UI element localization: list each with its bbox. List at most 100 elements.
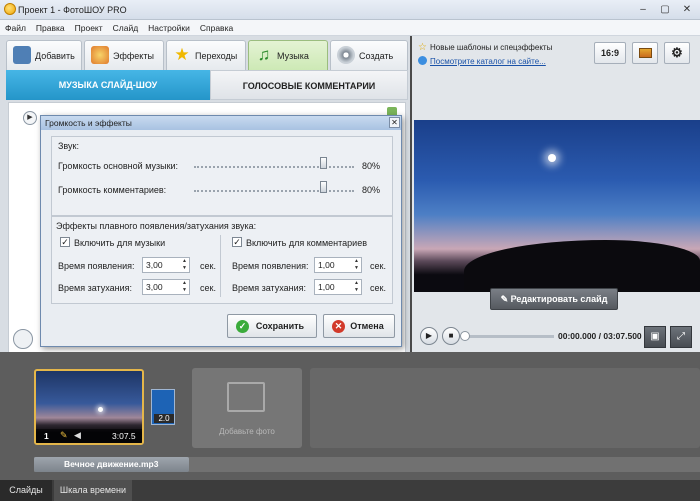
music-appear-input[interactable]: 3,00 ▲ ▼ bbox=[142, 257, 190, 273]
right-panel: ☆ Новые шаблоны и спецэффекты Посмотрите… bbox=[412, 36, 700, 352]
menu-project[interactable]: Проект bbox=[70, 20, 108, 33]
menu-edit[interactable]: Правка bbox=[31, 20, 70, 33]
slide-number: 1 bbox=[44, 431, 49, 441]
cancel-button[interactable]: ✕ Отмена bbox=[323, 314, 395, 338]
comment-fade-input[interactable]: 1,00 ▲ ▼ bbox=[314, 279, 362, 295]
edit-slide-button[interactable]: ✎ Редактировать слайд bbox=[490, 288, 618, 310]
seek-bar[interactable] bbox=[464, 335, 554, 338]
tab-music[interactable]: ♫ Музыка bbox=[248, 40, 328, 70]
comment-fade-unit: сек. bbox=[370, 283, 386, 293]
fade-group: Эффекты плавного появления/затухания зву… bbox=[51, 216, 393, 304]
palette-icon bbox=[91, 46, 109, 64]
expand-icon: ⤢ bbox=[677, 331, 685, 342]
comment-appear-unit: сек. bbox=[370, 261, 386, 271]
photo-placeholder-icon bbox=[227, 382, 265, 412]
slide-thumbnail[interactable]: 1 ✎ ◀ 3:07.5 bbox=[34, 369, 144, 445]
empty-slot bbox=[408, 368, 518, 448]
add-photo-icon bbox=[13, 46, 31, 64]
comment-fade-checkbox[interactable]: ✓ bbox=[232, 237, 242, 247]
sound-icon[interactable]: ◀ bbox=[74, 430, 81, 441]
tab-timeline[interactable]: Шкала времени bbox=[54, 480, 132, 501]
globe-icon bbox=[418, 56, 427, 65]
window-title: Проект 1 - ФотоШОУ PRO bbox=[18, 5, 127, 15]
fullscreen-preview-button[interactable] bbox=[632, 42, 658, 64]
film-reel-icon bbox=[337, 46, 355, 64]
empty-slot bbox=[508, 368, 618, 448]
music-appear-label: Время появления: bbox=[58, 261, 135, 271]
tab-create[interactable]: Создать bbox=[330, 40, 408, 70]
music-fade-input[interactable]: 3,00 ▲ ▼ bbox=[142, 279, 190, 295]
menu-slide[interactable]: Слайд bbox=[108, 20, 144, 33]
volume-effects-dialog: Громкость и эффекты ✕ Звук: Громкость ос… bbox=[40, 115, 402, 347]
star-icon: ☆ bbox=[418, 42, 427, 53]
comment-volume-value: 80% bbox=[362, 185, 381, 195]
comment-appear-label: Время появления: bbox=[232, 261, 309, 271]
sound-group-label: Звук: bbox=[58, 141, 79, 151]
music-volume-label: Громкость основной музыки: bbox=[58, 161, 179, 171]
check-icon: ✓ bbox=[236, 320, 249, 333]
slide-duration: 3:07.5 bbox=[112, 431, 136, 441]
edit-slide-label: Редактировать слайд bbox=[510, 294, 608, 304]
add-photo-slot[interactable]: Добавьте фото bbox=[192, 368, 302, 448]
music-fade-check-label: Включить для музыки bbox=[74, 238, 166, 248]
pencil-icon: ✎ bbox=[500, 294, 511, 304]
play-icon: ▶ bbox=[425, 331, 433, 340]
play-track-button[interactable]: ▶ bbox=[23, 111, 37, 125]
tab-transitions[interactable]: ★ Переходы bbox=[166, 40, 246, 70]
filmstrip: 1 ✎ ◀ 3:07.5 2.0 Добавьте фото Вечное дв… bbox=[0, 352, 700, 480]
comment-appear-input[interactable]: 1,00 ▲ ▼ bbox=[314, 257, 362, 273]
catalog-link[interactable]: Посмотрите каталог на сайте... bbox=[430, 57, 546, 66]
menu-settings[interactable]: Настройки bbox=[143, 20, 195, 33]
maximize-button[interactable]: ▢ bbox=[654, 2, 676, 17]
comment-volume-label: Громкость комментариев: bbox=[58, 185, 167, 195]
save-button[interactable]: ✓ Сохранить bbox=[227, 314, 317, 338]
tab-effects[interactable]: Эффекты bbox=[84, 40, 164, 70]
audio-track: Вечное движение.mp3 bbox=[34, 457, 700, 472]
music-note-icon: ♫ bbox=[257, 45, 271, 64]
player-controls: ▶ ■ 00:00.000 / 03:07.500 ▣ ⤢ bbox=[418, 326, 698, 348]
add-photo-label: Добавьте фото bbox=[219, 427, 275, 436]
stop-icon: ■ bbox=[448, 331, 454, 340]
music-volume-slider[interactable] bbox=[194, 157, 354, 171]
seek-knob[interactable] bbox=[460, 331, 470, 341]
menu-bar: Файл Правка Проект Слайд Настройки Справка bbox=[0, 20, 700, 36]
bottom-tab-bar: Слайды Шкала времени bbox=[0, 480, 700, 501]
settings-gear-button[interactable]: ⚙ bbox=[664, 42, 690, 64]
audio-clip[interactable]: Вечное движение.mp3 bbox=[34, 457, 189, 472]
tab-slides[interactable]: Слайды bbox=[0, 480, 52, 501]
camera-icon: ▣ bbox=[650, 331, 660, 342]
tab-add[interactable]: Добавить bbox=[6, 40, 82, 70]
moon bbox=[548, 154, 556, 162]
slide-preview bbox=[414, 120, 700, 292]
comment-fade-label: Время затухания: bbox=[232, 283, 307, 293]
stop-button[interactable]: ■ bbox=[442, 327, 460, 345]
expand-button[interactable]: ⤢ bbox=[670, 326, 692, 348]
gear-icon: ⚙ bbox=[671, 45, 683, 60]
app-logo-icon bbox=[4, 3, 16, 15]
minimize-button[interactable]: – bbox=[632, 2, 654, 17]
title-bar: Проект 1 - ФотоШОУ PRO – ▢ ✕ bbox=[0, 0, 700, 20]
clock-icon[interactable] bbox=[13, 329, 33, 349]
music-fade-label: Время затухания: bbox=[58, 283, 133, 293]
news-headline: Новые шаблоны и спецэффекты bbox=[430, 43, 553, 52]
dialog-close-button[interactable]: ✕ bbox=[389, 117, 400, 128]
slide-info-bar: 1 ✎ ◀ 3:07.5 bbox=[36, 429, 142, 443]
comment-volume-slider[interactable] bbox=[194, 181, 354, 195]
menu-file[interactable]: Файл bbox=[0, 20, 31, 33]
comment-fade-check-label: Включить для комментариев bbox=[246, 238, 367, 248]
aspect-ratio-button[interactable]: 16:9 bbox=[594, 42, 626, 64]
menu-help[interactable]: Справка bbox=[195, 20, 238, 33]
effect-icon[interactable]: ✎ bbox=[60, 430, 68, 441]
close-window-button[interactable]: ✕ bbox=[676, 2, 698, 17]
music-volume-value: 80% bbox=[362, 161, 381, 171]
subtab-music[interactable]: МУЗЫКА СЛАЙД-ШОУ bbox=[6, 70, 210, 100]
group-divider bbox=[220, 235, 221, 297]
music-fade-checkbox[interactable]: ✓ bbox=[60, 237, 70, 247]
music-fade-unit: сек. bbox=[200, 283, 216, 293]
image-icon bbox=[639, 48, 652, 58]
star-icon: ★ bbox=[174, 45, 190, 64]
play-button[interactable]: ▶ bbox=[420, 327, 438, 345]
subtab-voice-comments[interactable]: ГОЛОСОВЫЕ КОММЕНТАРИИ bbox=[210, 70, 408, 100]
transition-thumbnail[interactable]: 2.0 bbox=[151, 389, 175, 425]
snapshot-button[interactable]: ▣ bbox=[644, 326, 666, 348]
